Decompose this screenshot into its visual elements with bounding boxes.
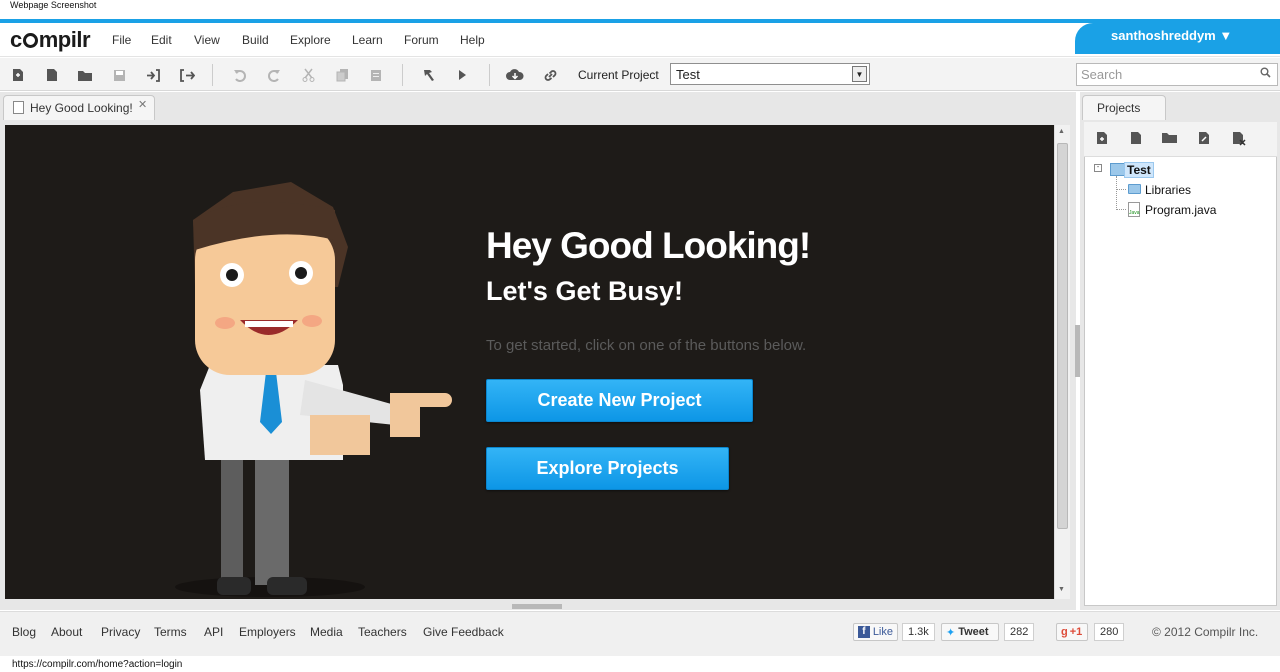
logo-suffix: mpilr — [38, 27, 91, 52]
build-hammer-icon[interactable] — [417, 64, 439, 86]
tree-collapse-toggle[interactable]: - — [1094, 164, 1102, 172]
tab-hey-good-looking[interactable]: Hey Good Looking! ✕ — [3, 95, 155, 120]
tab-label: Hey Good Looking! — [30, 101, 133, 115]
footer-link-teachers[interactable]: Teachers — [358, 625, 407, 639]
footer-link-terms[interactable]: Terms — [154, 625, 187, 639]
footer-link-privacy[interactable]: Privacy — [101, 625, 140, 639]
scroll-up-icon[interactable]: ▲ — [1058, 128, 1065, 135]
search-placeholder: Search — [1081, 67, 1123, 82]
logo-o-icon — [22, 33, 38, 48]
editor-scrollbar[interactable]: ▲ ▼ — [1054, 125, 1070, 599]
current-project-value: Test — [676, 67, 700, 82]
tree-item-program-java[interactable]: Program.java — [1145, 203, 1216, 217]
scrollbar-thumb[interactable] — [1057, 143, 1068, 529]
facebook-icon: f — [858, 626, 870, 638]
tweet-button[interactable]: ✦ Tweet — [941, 623, 999, 641]
mascot-illustration — [175, 182, 452, 597]
build-icon[interactable] — [1198, 131, 1210, 148]
explore-projects-button[interactable]: Explore Projects — [486, 447, 729, 490]
google-plus-label: +1 — [1069, 626, 1083, 638]
tree-guide — [1116, 176, 1117, 210]
search-input[interactable]: Search — [1076, 63, 1278, 86]
facebook-like-count: 1.3k — [902, 623, 935, 641]
menu-explore[interactable]: Explore — [290, 33, 331, 47]
delete-icon[interactable] — [1232, 131, 1246, 149]
java-file-icon: Java — [1128, 202, 1140, 217]
redo-icon[interactable] — [263, 64, 285, 86]
new-file-icon[interactable] — [1096, 131, 1108, 148]
current-project-label: Current Project — [578, 68, 659, 82]
status-bar — [0, 656, 1280, 672]
getting-started-hint: To get started, click on one of the butt… — [486, 337, 807, 354]
compilr-logo[interactable]: c mpilr — [10, 27, 91, 53]
menu-view[interactable]: View — [194, 33, 220, 47]
footer-link-blog[interactable]: Blog — [12, 625, 36, 639]
menu-forum[interactable]: Forum — [404, 33, 439, 47]
facebook-like-button[interactable]: f Like — [853, 623, 898, 641]
new-folder-icon[interactable] — [1161, 131, 1178, 147]
new-document-icon[interactable] — [41, 64, 63, 86]
toolbar-separator — [402, 64, 403, 86]
toolbar-separator — [212, 64, 213, 86]
footer-link-give-feedback[interactable]: Give Feedback — [423, 625, 504, 639]
google-plus-icon: g — [1061, 626, 1068, 638]
status-url: https://compilr.com/home?action=login — [12, 659, 183, 670]
footer-link-about[interactable]: About — [51, 625, 82, 639]
cut-icon[interactable] — [297, 64, 319, 86]
scroll-down-icon[interactable]: ▼ — [1058, 586, 1065, 593]
tree-item-libraries[interactable]: Libraries — [1145, 183, 1191, 197]
projects-toolbar — [1084, 122, 1277, 157]
footer-link-api[interactable]: API — [204, 625, 223, 639]
footer-link-employers[interactable]: Employers — [239, 625, 296, 639]
horizontal-splitter-handle[interactable] — [512, 604, 562, 609]
document-icon — [13, 101, 24, 114]
facebook-like-label: Like — [872, 626, 893, 638]
create-new-project-button[interactable]: Create New Project — [486, 379, 753, 422]
tab-projects[interactable]: Projects — [1082, 95, 1166, 120]
user-menu[interactable]: santhoshreddym ▼ — [1075, 23, 1280, 54]
libraries-folder-icon — [1128, 184, 1141, 194]
welcome-stage: Hey Good Looking! Let's Get Busy! To get… — [5, 125, 1054, 599]
footer — [0, 611, 1280, 656]
menu-learn[interactable]: Learn — [352, 33, 383, 47]
twitter-bird-icon: ✦ — [946, 626, 956, 639]
google-plus-count: 280 — [1094, 623, 1125, 641]
project-folder-icon — [1110, 163, 1125, 176]
run-play-icon[interactable] — [451, 64, 473, 86]
search-icon[interactable] — [1260, 67, 1271, 81]
current-project-select[interactable]: Test ▼ — [670, 63, 870, 85]
copyright: © 2012 Compilr Inc. — [1152, 625, 1259, 639]
screenshot-caption: Webpage Screenshot — [10, 0, 97, 10]
subheadline: Let's Get Busy! — [486, 276, 683, 306]
save-icon[interactable] — [108, 64, 130, 86]
tweet-count: 282 — [1004, 623, 1035, 641]
paste-icon[interactable] — [365, 64, 387, 86]
tree-guide — [1117, 189, 1126, 190]
dropdown-arrow-icon[interactable]: ▼ — [852, 66, 867, 82]
tree-item-test[interactable]: Test — [1124, 162, 1154, 178]
import-icon[interactable] — [142, 64, 164, 86]
logo-prefix: c — [10, 27, 22, 52]
menu-build[interactable]: Build — [242, 33, 269, 47]
menu-help[interactable]: Help — [460, 33, 485, 47]
google-plus-one-button[interactable]: g +1 — [1056, 623, 1088, 641]
menu-file[interactable]: File — [112, 33, 131, 47]
link-icon[interactable] — [539, 64, 561, 86]
new-class-icon[interactable] — [1130, 131, 1142, 148]
export-icon[interactable] — [176, 64, 198, 86]
toolbar-separator — [489, 64, 490, 86]
headline: Hey Good Looking! — [486, 225, 811, 266]
menu-edit[interactable]: Edit — [151, 33, 172, 47]
tweet-label: Tweet — [958, 626, 989, 638]
cloud-download-icon[interactable] — [504, 64, 526, 86]
undo-icon[interactable] — [228, 64, 250, 86]
copy-icon[interactable] — [331, 64, 353, 86]
tab-close-icon[interactable]: ✕ — [138, 98, 147, 111]
new-file-icon[interactable] — [7, 64, 29, 86]
open-folder-icon[interactable] — [74, 64, 96, 86]
footer-link-media[interactable]: Media — [310, 625, 343, 639]
tree-guide — [1117, 209, 1126, 210]
